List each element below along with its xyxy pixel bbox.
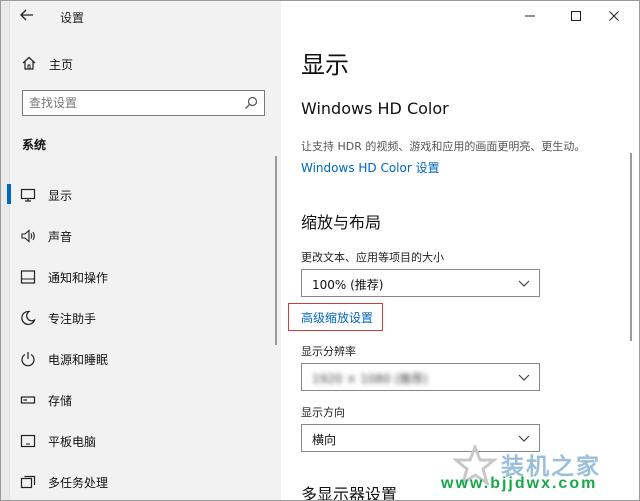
main-content: 显示 Windows HD Color 让支持 HDR 的视频、游戏和应用的画面… [281,1,639,500]
sidebar-item-home[interactable]: 主页 [9,51,281,77]
minimize-button[interactable] [515,5,545,27]
scale-dropdown-value: 100% (推荐) [312,278,384,292]
hd-color-settings-link[interactable]: Windows HD Color 设置 [301,159,440,176]
sidebar-item-label: 平板电脑 [48,435,97,449]
back-button[interactable] [17,7,37,25]
app-title: 设置 [60,11,85,25]
search-box[interactable] [22,90,265,116]
sidebar-item-sound[interactable]: 声音 [9,219,274,260]
title-bar: 设置 [1,1,281,31]
sidebar-item-tablet[interactable]: 平板电脑 [9,424,274,465]
orientation-dropdown-value: 横向 [312,433,337,447]
multi-display-heading: 多显示器设置 [301,485,398,501]
sidebar-item-power-sleep[interactable]: 电源和睡眠 [9,342,274,383]
multitask-icon [20,475,36,489]
storage-icon [20,396,36,404]
active-indicator [7,184,11,204]
tablet-icon [20,434,36,448]
sidebar-item-display[interactable]: 显示 [7,178,274,219]
sidebar-item-notifications[interactable]: 通知和操作 [9,260,274,301]
settings-window: 设置 主页 系统 显示 [0,0,640,501]
chevron-down-icon [518,374,530,381]
orientation-label: 显示方向 [301,406,345,419]
maximize-button[interactable] [561,5,591,27]
sidebar-scrollbar[interactable] [275,156,277,345]
sidebar-item-label: 显示 [48,189,73,203]
main-scrollbar[interactable] [630,153,632,341]
text-size-label: 更改文本、应用等项目的大小 [301,251,444,264]
moon-icon [21,310,36,326]
sidebar-item-multitasking[interactable]: 多任务处理 [9,465,274,500]
section-label-system: 系统 [22,138,47,152]
sidebar: 设置 主页 系统 显示 [1,1,281,500]
watermark-url: www.bjjdwx.com [441,475,598,492]
search-input[interactable] [29,94,239,112]
speaker-icon [21,229,35,243]
sidebar-item-focus-assist[interactable]: 专注助手 [9,301,274,342]
resolution-dropdown[interactable]: 1920 × 1080 (推荐) [301,363,540,391]
sidebar-item-label: 电源和睡眠 [48,353,109,367]
sidebar-item-label: 主页 [49,58,74,72]
scale-dropdown[interactable]: 100% (推荐) [301,269,540,297]
close-button[interactable] [599,5,629,27]
power-icon [21,352,35,367]
home-icon [22,56,36,70]
search-icon[interactable] [244,96,258,110]
resolution-label: 显示分辨率 [301,345,356,358]
notification-icon [20,270,36,284]
arrow-left-icon [20,9,33,21]
maximize-icon [571,11,581,21]
monitor-icon [20,188,36,202]
sidebar-nav: 显示 声音 通知和操作 专注助手 电源和睡眠 存储 平板电脑 多任务处理 [7,178,274,500]
watermark: 装机之家 www.bjjdwx.com [441,441,639,500]
close-icon [609,11,619,21]
sidebar-item-label: 专注助手 [48,312,97,326]
sidebar-item-storage[interactable]: 存储 [9,383,274,424]
scale-layout-heading: 缩放与布局 [301,213,382,232]
sidebar-item-label: 多任务处理 [48,476,109,490]
hd-color-heading: Windows HD Color [301,99,449,118]
chevron-down-icon [518,280,530,287]
sidebar-item-label: 存储 [48,394,73,408]
hd-color-description: 让支持 HDR 的视频、游戏和应用的画面更明亮、更生动。 [301,140,586,153]
sidebar-item-label: 通知和操作 [48,271,109,285]
minimize-icon [525,15,535,17]
resolution-dropdown-value: 1920 × 1080 (推荐) [312,372,428,386]
page-title: 显示 [301,51,349,79]
advanced-scaling-link[interactable]: 高级缩放设置 [301,309,373,326]
sidebar-item-label: 声音 [48,230,73,244]
